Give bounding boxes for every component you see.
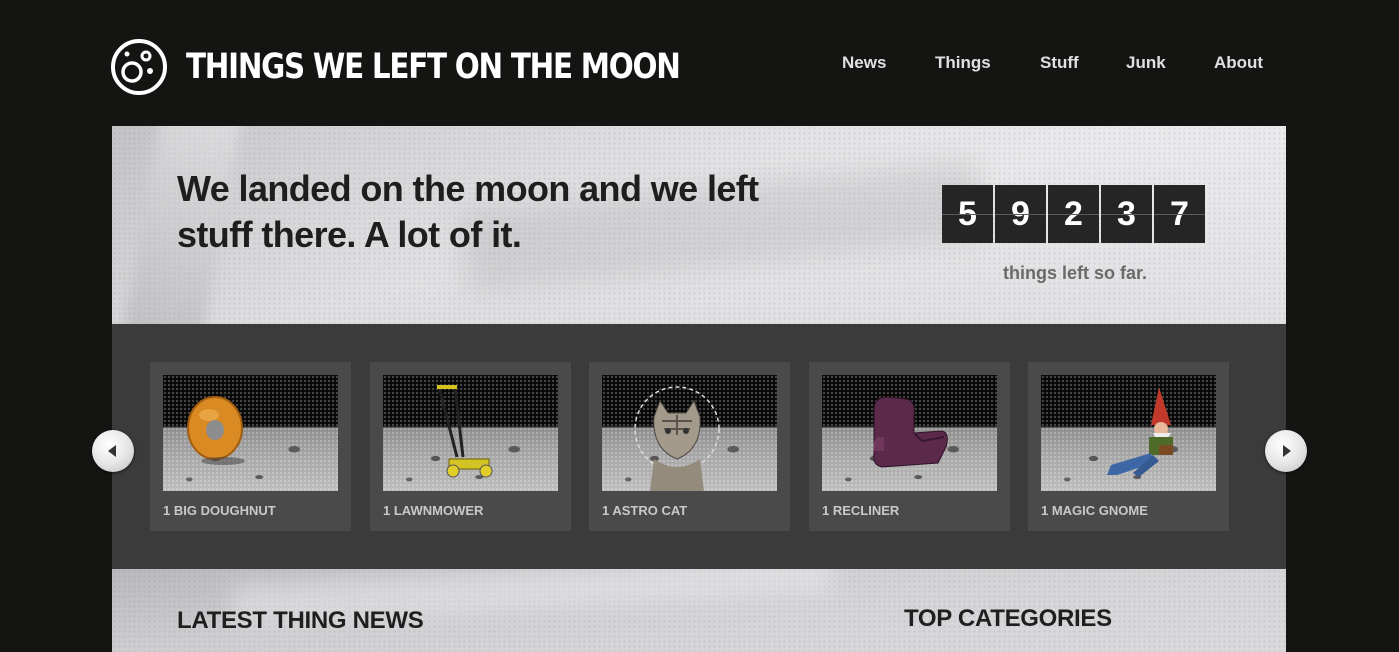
- carousel-card[interactable]: 1 LAWNMOWER: [370, 362, 571, 531]
- carousel-card[interactable]: 1 ASTRO CAT: [589, 362, 790, 531]
- moon-icon: [111, 39, 167, 95]
- card-image: [822, 375, 997, 491]
- cat-icon: [634, 386, 720, 491]
- counter-caption: things left so far.: [1002, 263, 1148, 283]
- bottom-section: LATEST THING NEWS TOP CATEGORIES: [112, 569, 1286, 652]
- chevron-left-icon: [108, 445, 116, 457]
- nav-about[interactable]: About: [1214, 53, 1263, 73]
- latest-news-title: LATEST THING NEWS: [177, 607, 424, 634]
- chevron-right-icon: [1283, 445, 1291, 457]
- counter-digit: 7: [1154, 185, 1205, 243]
- nav-things[interactable]: Things: [935, 53, 991, 73]
- things-counter: 5 9 2 3 7: [942, 185, 1205, 243]
- card-image: [1041, 375, 1216, 491]
- carousel-card[interactable]: 1 RECLINER: [809, 362, 1010, 531]
- hero-headline: We landed on the moon and we left stuff …: [177, 168, 759, 255]
- card-label: 1 ASTRO CAT: [602, 503, 688, 518]
- card-image: [163, 375, 338, 491]
- card-label: 1 MAGIC GNOME: [1041, 503, 1148, 518]
- nav-stuff[interactable]: Stuff: [1040, 53, 1079, 73]
- counter-digit: 2: [1048, 185, 1099, 243]
- nav-junk[interactable]: Junk: [1126, 53, 1166, 73]
- nav-news[interactable]: News: [842, 53, 886, 73]
- doughnut-icon: [187, 396, 245, 465]
- gnome-icon: [1107, 387, 1173, 477]
- carousel-prev-button[interactable]: [92, 430, 134, 472]
- page: THINGS WE LEFT ON THE MOON News Things S…: [0, 0, 1399, 652]
- recliner-icon: [873, 396, 948, 468]
- lawnmower-icon: [437, 385, 493, 478]
- card-label: 1 RECLINER: [822, 503, 900, 518]
- carousel-card[interactable]: 1 BIG DOUGHNUT: [150, 362, 351, 531]
- carousel-next-button[interactable]: [1265, 430, 1307, 472]
- carousel-card[interactable]: 1 MAGIC GNOME: [1028, 362, 1229, 531]
- counter-digit: 9: [995, 185, 1046, 243]
- card-image: [383, 375, 558, 491]
- card-label: 1 LAWNMOWER: [383, 503, 484, 518]
- things-carousel: 1 BIG DOUGHNUT 1 LAWNMOWER 1 ASTRO CAT 1…: [112, 324, 1286, 569]
- counter-digit: 5: [942, 185, 993, 243]
- top-categories-title: TOP CATEGORIES: [904, 605, 1112, 632]
- counter-digit: 3: [1101, 185, 1152, 243]
- site-logo[interactable]: THINGS WE LEFT ON THE MOON: [110, 38, 774, 96]
- hero-banner: We landed on the moon and we left stuff …: [112, 126, 1286, 324]
- card-label: 1 BIG DOUGHNUT: [163, 503, 276, 518]
- site-title: THINGS WE LEFT ON THE MOON: [186, 47, 681, 87]
- card-image: [602, 375, 777, 491]
